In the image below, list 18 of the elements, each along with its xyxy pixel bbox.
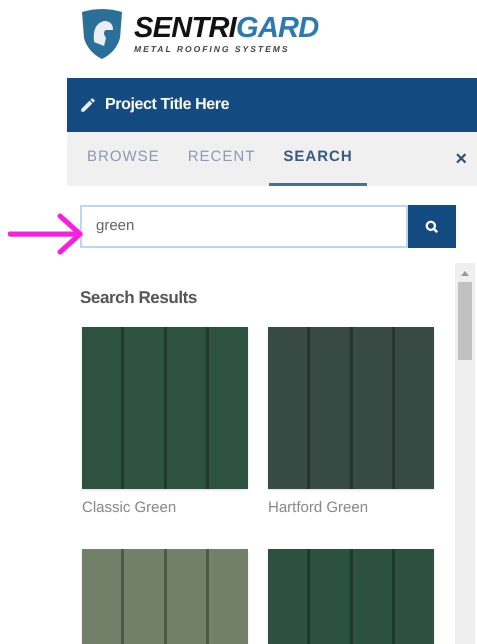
project-title[interactable]: Project Title Here <box>105 93 230 117</box>
scrollbar-thumb[interactable] <box>458 282 472 360</box>
scroll-up-icon[interactable] <box>461 271 469 276</box>
close-button[interactable]: × <box>455 132 467 186</box>
pencil-icon[interactable] <box>79 96 97 114</box>
color-swatch[interactable] <box>82 326 248 488</box>
tab[interactable]: SEARCH <box>269 132 367 186</box>
swatch-label: Classic Green <box>82 498 178 518</box>
scrollbar[interactable] <box>455 263 475 644</box>
logo-wordmark: SENTRIGARD <box>134 14 318 43</box>
search-icon <box>425 220 439 234</box>
results-heading: Search Results <box>80 287 198 309</box>
color-swatch[interactable] <box>268 326 434 488</box>
shield-logo-icon <box>80 8 124 60</box>
swatch-label: Hartford Green <box>268 498 370 518</box>
logo-tagline: METAL ROOFING SYSTEMS <box>134 44 290 54</box>
search-field[interactable]: green <box>80 205 408 248</box>
search-button[interactable] <box>408 205 456 248</box>
